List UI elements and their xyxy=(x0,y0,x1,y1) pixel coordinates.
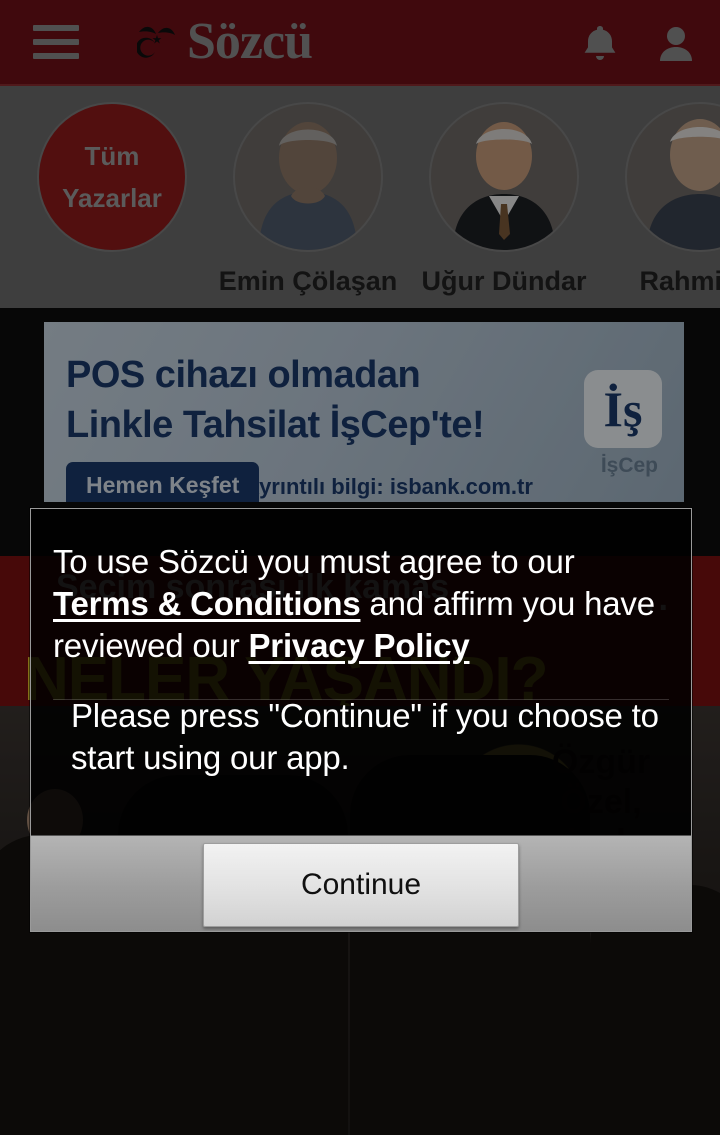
dialog-body: To use Sözcü you must agree to our Terms… xyxy=(31,509,691,835)
dialog-paragraph-2: Please press "Continue" if you choose to… xyxy=(71,697,659,776)
privacy-policy-link[interactable]: Privacy Policy xyxy=(249,627,470,664)
dialog-paragraph-1: To use Sözcü you must agree to our Terms… xyxy=(53,541,669,667)
consent-dialog: To use Sözcü you must agree to our Terms… xyxy=(30,508,692,932)
continue-button[interactable]: Continue xyxy=(203,842,519,927)
dialog-text-segment-1: To use Sözcü you must agree to our xyxy=(53,543,575,580)
terms-and-conditions-link[interactable]: Terms & Conditions xyxy=(53,585,361,622)
app-screen: Sözcü Tüm Yazarlar Emin Çölaşan Uğur Dün… xyxy=(0,0,720,1135)
dialog-divider xyxy=(53,699,669,700)
dialog-footer: Continue xyxy=(31,835,691,931)
